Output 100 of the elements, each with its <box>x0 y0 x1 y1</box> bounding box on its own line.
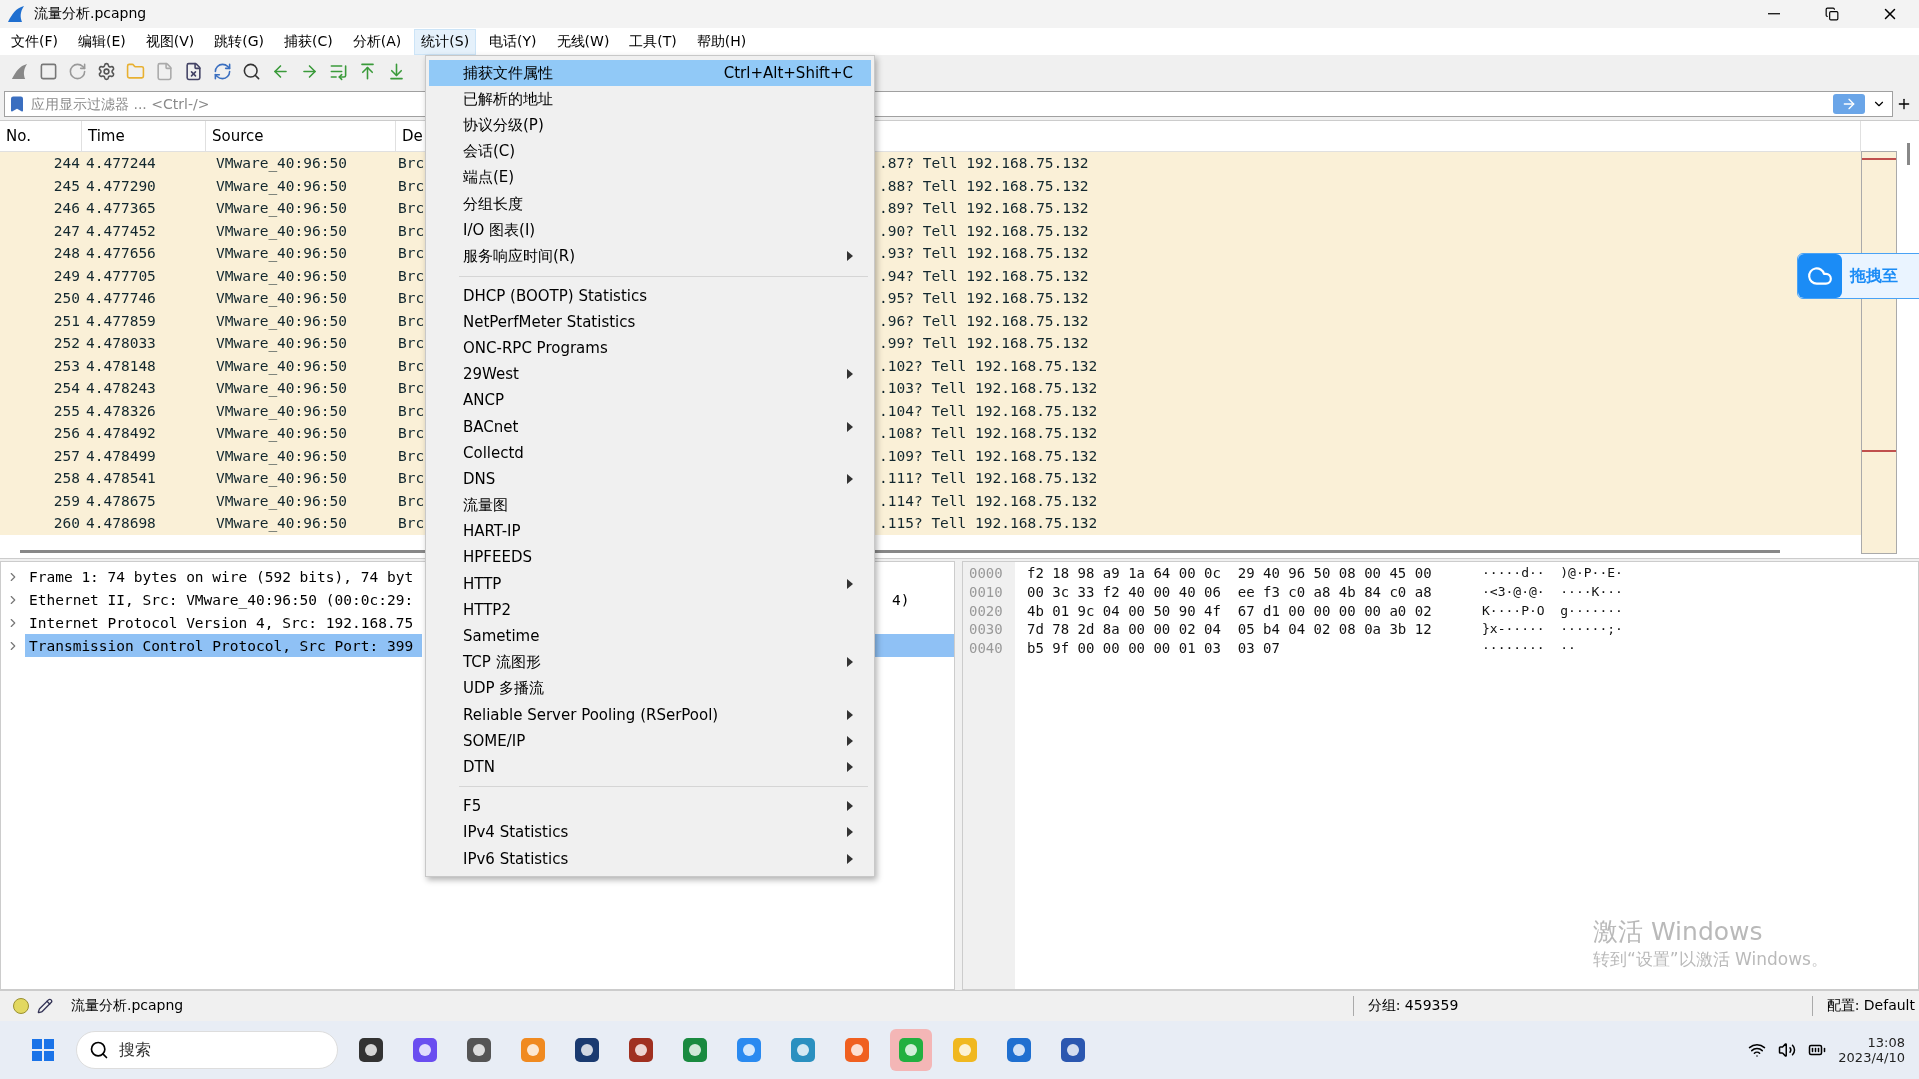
table-cell-text: 257 <box>52 447 81 464</box>
menu-item[interactable]: 文件(F) <box>4 28 65 55</box>
menu-item[interactable]: HTTP2 <box>429 596 871 623</box>
menu-item[interactable]: IPv6 Statistics <box>429 845 871 872</box>
tree-item[interactable]: Ethernet II, Src: VMware_40:96:50 (00:0c:29: <box>25 588 422 611</box>
menu-item[interactable]: HTTP <box>429 570 871 597</box>
status-file: 流量分析.pcapng <box>71 997 185 1015</box>
menu-item[interactable]: NetPerfMeter Statistics <box>429 308 871 335</box>
menu-item[interactable]: DTN <box>429 753 871 781</box>
table-cell-text: 4.477859 <box>85 312 157 329</box>
ascii-text: K····P·O g······· <box>1482 602 1623 620</box>
table-cell-text: .94? Tell 192.168.75.132 <box>878 267 1089 284</box>
menu-item[interactable]: 分析(A) <box>345 28 409 55</box>
ascii-text: ········ ·· <box>1482 640 1576 658</box>
table-cell-text: 247 <box>52 222 81 239</box>
table-cell-text: Brc <box>397 222 425 239</box>
ascii-text: ·····d·· )@·P··E· <box>1482 565 1623 582</box>
table-cell-text: .114? Tell 192.168.75.132 <box>878 492 1098 509</box>
table-cell-text: 245 <box>52 177 81 194</box>
menu-item[interactable]: Reliable Server Pooling (RSerPool) <box>429 701 871 728</box>
menu-item[interactable]: I/O 图表(I) <box>429 217 871 244</box>
table-cell-text: VMware_40:96:50 <box>215 267 348 284</box>
menu-item[interactable]: 捕获(C) <box>277 28 340 55</box>
table-cell-text: .104? Tell 192.168.75.132 <box>878 402 1098 419</box>
table-cell-text: 260 <box>52 515 81 532</box>
menu-item[interactable]: F5 <box>429 793 871 820</box>
menu-item[interactable]: SOME/IP <box>429 727 871 754</box>
table-cell-text: Brc <box>397 335 425 352</box>
menu-item[interactable]: DNS <box>429 465 871 492</box>
tree-item[interactable]: Transmission Control Protocol, Src Port: 399 <box>25 634 422 657</box>
table-cell-text: VMware_40:96:50 <box>215 200 348 217</box>
table-cell-text: Brc <box>397 447 425 464</box>
byte-offset: 0020 <box>968 602 1004 621</box>
menu-item[interactable]: 工具(T) <box>622 28 684 55</box>
window-title: 流量分析.pcapng <box>34 5 148 23</box>
plus-icon <box>1896 96 1912 112</box>
menu-item[interactable]: 无线(W) <box>549 28 617 55</box>
menu-item[interactable]: 编辑(E) <box>71 28 133 55</box>
volume-icon[interactable] <box>1778 1041 1797 1059</box>
menu-item[interactable]: IPv4 Statistics <box>429 819 871 846</box>
menu-item[interactable]: Sametime <box>429 622 871 650</box>
column-header[interactable]: Source <box>206 121 396 151</box>
wifi-icon[interactable] <box>1748 1041 1767 1059</box>
table-cell-text: 244 <box>52 155 81 172</box>
table-cell-text: .87? Tell 192.168.75.132 <box>878 155 1089 172</box>
menu-item[interactable]: UDP 多播流 <box>429 675 871 702</box>
edit-icon[interactable] <box>37 998 53 1014</box>
table-cell-text: Brc <box>397 492 425 509</box>
menu-item[interactable]: HPFEEDS <box>429 544 871 571</box>
table-cell-text: VMware_40:96:50 <box>215 470 348 487</box>
menu-item[interactable]: 视图(V) <box>138 28 202 55</box>
status-indicator <box>13 998 29 1014</box>
table-cell-text: 246 <box>52 200 81 217</box>
byte-offset: 0000 <box>968 565 1004 583</box>
table-cell-text: Brc <box>397 290 425 307</box>
table-cell-text: 4.477365 <box>85 200 157 217</box>
tree-item[interactable]: Frame 1: 74 bytes on wire (592 bits), 74 byt <box>25 565 422 588</box>
search-icon <box>89 1040 109 1060</box>
table-cell-text: 254 <box>52 380 81 397</box>
menu-item[interactable]: 电话(Y) <box>482 28 544 55</box>
table-cell-text: 255 <box>52 402 81 419</box>
table-cell-text: VMware_40:96:50 <box>215 357 348 374</box>
table-cell-text: Brc <box>397 245 425 262</box>
menu-item[interactable]: 帮助(H) <box>689 28 754 55</box>
table-cell-text: VMware_40:96:50 <box>215 290 348 307</box>
table-cell-text: 4.478033 <box>85 335 157 352</box>
restore-icon <box>1825 7 1839 21</box>
table-cell-text: 4.478148 <box>85 357 157 374</box>
table-cell-text: 4.478541 <box>85 470 157 487</box>
packet-count: 分组: 459359 <box>1367 997 1460 1015</box>
table-cell-text: 4.477746 <box>85 290 157 307</box>
tree-item[interactable]: Internet Protocol Version 4, Src: 192.168.75 <box>25 611 422 634</box>
taskbar-search-field[interactable]: 搜索 <box>76 1031 338 1069</box>
table-cell-text: 4.478326 <box>85 402 157 419</box>
table-cell-text: VMware_40:96:50 <box>215 425 348 442</box>
column-header[interactable]: Time <box>82 121 206 151</box>
hex-bytes: f2 18 98 a9 1a 64 00 0c 29 40 96 50 08 00 45 00 <box>1027 565 1433 583</box>
table-cell-text: VMware_40:96:50 <box>215 447 348 464</box>
table-cell-text: VMware_40:96:50 <box>215 492 348 509</box>
table-cell-text: 4.477705 <box>85 267 157 284</box>
table-cell-text: Brc <box>397 312 425 329</box>
table-cell-text: 4.477656 <box>85 245 157 262</box>
table-cell-text: .89? Tell 192.168.75.132 <box>878 200 1089 217</box>
table-cell-text: 256 <box>52 425 81 442</box>
menu-item[interactable]: 跳转(G) <box>207 28 272 55</box>
menu-item[interactable]: TCP 流图形 <box>429 649 871 676</box>
app-icon <box>6 4 26 24</box>
ascii-text: ·<3·@·@· ····K··· <box>1482 583 1623 601</box>
table-cell-text: 259 <box>52 492 81 509</box>
menu-item[interactable]: 统计(S) <box>414 28 477 55</box>
table-cell-text: 4.478499 <box>85 447 157 464</box>
activation-text: 转到“设置”以激活 Windows。 <box>1593 948 1828 971</box>
bookmark-icon[interactable] <box>8 95 26 113</box>
table-cell-text: Brc <box>397 515 425 532</box>
column-header[interactable]: No. <box>0 121 82 151</box>
menu-item[interactable]: 捕获文件属性 Ctrl+Alt+Shift+C <box>429 60 871 87</box>
table-cell-text: .103? Tell 192.168.75.132 <box>878 380 1098 397</box>
table-cell-text: .108? Tell 192.168.75.132 <box>878 425 1098 442</box>
clock[interactable]: 13:08 2023/4/10 <box>1838 1035 1905 1065</box>
table-cell-text: .111? Tell 192.168.75.132 <box>878 470 1098 487</box>
